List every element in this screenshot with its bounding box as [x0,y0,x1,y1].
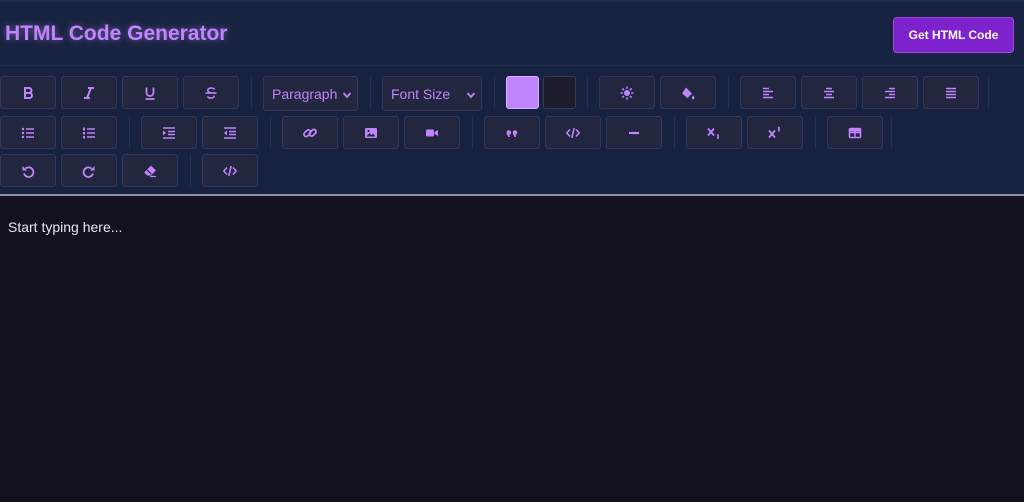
toolbar-separator [370,76,371,109]
outdent-icon [223,126,237,140]
bold-icon [21,86,35,100]
clear-formatting-button[interactable] [122,154,178,187]
highlight-button[interactable] [599,76,655,109]
align-right-icon [883,86,897,100]
align-center-icon [822,86,836,100]
block-format-value: Paragraph [272,85,338,102]
toolbar-separator [129,116,130,149]
fill-color-icon [681,86,695,100]
numbered-list-icon [82,126,96,140]
align-justify-icon [944,86,958,100]
text-color-picker[interactable] [506,76,539,109]
subscript-button[interactable] [686,116,742,149]
source-code-button[interactable] [202,154,258,187]
align-left-button[interactable] [740,76,796,109]
fill-color-button[interactable] [660,76,716,109]
superscript-icon [768,125,782,140]
bulleted-list-icon [21,126,35,140]
font-size-select[interactable]: Font Size [382,76,482,111]
code-icon [566,126,580,140]
app-header: HTML Code Generator Get HTML Code [0,0,1024,66]
formatting-toolbar: Paragraph Font Size [0,66,1024,194]
background-color-picker[interactable] [543,76,576,109]
subscript-icon [707,126,721,140]
superscript-button[interactable] [747,116,803,149]
chevron-down-icon [466,87,476,103]
strikethrough-button[interactable] [183,76,239,109]
align-right-button[interactable] [862,76,918,109]
highlight-icon [620,86,634,100]
align-left-icon [761,86,775,100]
numbered-list-button[interactable] [61,116,117,149]
table-button[interactable] [827,116,883,149]
chevron-down-icon [342,87,352,103]
bulleted-list-button[interactable] [0,116,56,149]
toolbar-separator [988,76,989,109]
redo-icon [82,164,96,178]
font-size-value: Font Size [391,85,451,102]
indent-button[interactable] [141,116,197,149]
toolbar-separator [728,76,729,109]
undo-button[interactable] [0,154,56,187]
outdent-button[interactable] [202,116,258,149]
italic-button[interactable] [61,76,117,109]
block-format-select[interactable]: Paragraph [263,76,358,111]
toolbar-separator [494,76,495,109]
eraser-icon [143,164,157,178]
image-icon [364,126,378,140]
toolbar-separator [251,76,252,109]
blockquote-button[interactable] [484,116,540,149]
image-button[interactable] [343,116,399,149]
code-button[interactable] [545,116,601,149]
redo-button[interactable] [61,154,117,187]
horizontal-rule-icon [627,126,641,140]
link-icon [303,126,317,140]
horizontal-rule-button[interactable] [606,116,662,149]
video-icon [425,126,439,140]
editor-placeholder: Start typing here... [8,219,123,235]
toolbar-separator [472,116,473,149]
table-icon [848,126,862,140]
bold-button[interactable] [0,76,56,109]
underline-icon [143,86,157,100]
get-html-code-button[interactable]: Get HTML Code [893,17,1014,53]
italic-icon [82,86,96,100]
blockquote-icon [505,126,519,140]
toolbar-separator [891,116,892,149]
toolbar-separator [270,116,271,149]
strikethrough-icon [204,86,218,100]
indent-icon [162,126,176,140]
undo-icon [21,164,35,178]
source-code-icon [223,164,237,178]
align-justify-button[interactable] [923,76,979,109]
app-title: HTML Code Generator [5,22,228,45]
underline-button[interactable] [122,76,178,109]
video-button[interactable] [404,116,460,149]
editor-area[interactable]: Start typing here... [0,196,1024,502]
link-button[interactable] [282,116,338,149]
align-center-button[interactable] [801,76,857,109]
toolbar-separator [815,116,816,149]
toolbar-separator [587,76,588,109]
toolbar-separator [190,154,191,187]
toolbar-separator [674,116,675,149]
